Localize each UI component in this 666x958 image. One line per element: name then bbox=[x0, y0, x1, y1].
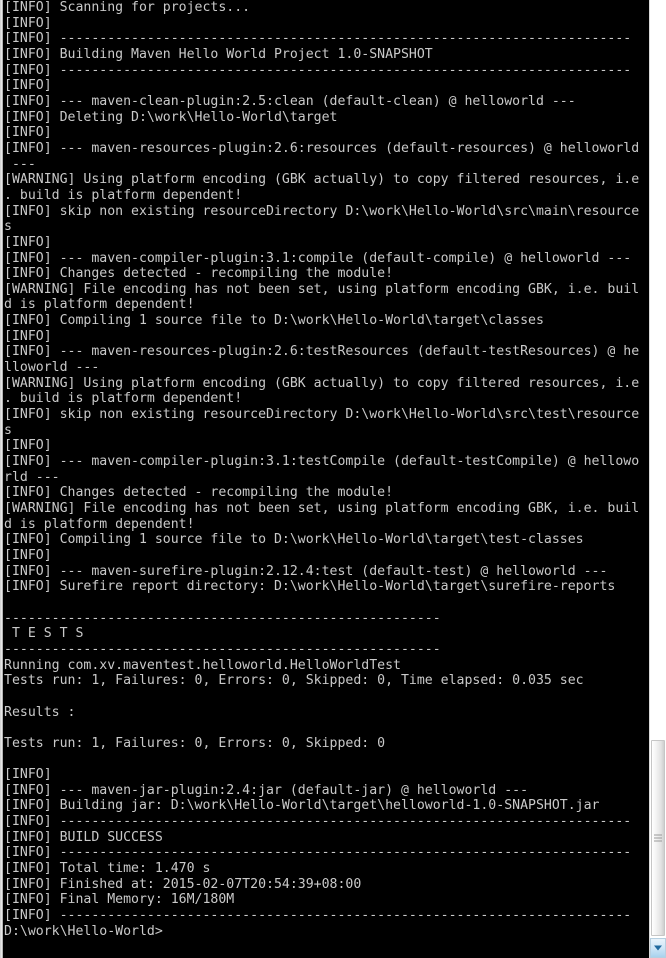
terminal-line: [INFO] bbox=[4, 125, 60, 141]
terminal-line: Tests run: 1, Failures: 0, Errors: 0, Sk… bbox=[4, 735, 386, 751]
terminal-output[interactable]: [INFO] Scanning for projects... [INFO] [I… bbox=[4, 0, 649, 958]
terminal-line: [INFO] BUILD SUCCESS bbox=[4, 829, 163, 845]
terminal-line: [INFO] Changes detected - recompiling th… bbox=[4, 485, 394, 501]
terminal-line: [INFO] --- maven-resources-plugin:2.6:re… bbox=[4, 140, 640, 156]
terminal-line: ----------------------------------------… bbox=[4, 641, 441, 657]
terminal-line: Results : bbox=[4, 704, 76, 720]
terminal-line: [INFO] ---------------------------------… bbox=[4, 31, 632, 47]
terminal-line: [INFO] skip non existing resourceDirecto… bbox=[4, 407, 640, 423]
terminal-line: s bbox=[4, 422, 12, 438]
terminal-line: Tests run: 1, Failures: 0, Errors: 0, Sk… bbox=[4, 673, 584, 689]
terminal-line: [INFO] Surefire report directory: D:\wor… bbox=[4, 579, 616, 595]
terminal-line: [INFO] Scanning for projects... bbox=[4, 0, 251, 15]
terminal-line: [WARNING] Using platform encoding (GBK a… bbox=[4, 375, 640, 391]
terminal-line: [INFO] bbox=[4, 767, 60, 783]
terminal-line: [INFO] Changes detected - recompiling th… bbox=[4, 266, 394, 282]
terminal-line: [INFO] Deleting D:\work\Hello-World\targ… bbox=[4, 109, 338, 125]
terminal-line: [INFO] ---------------------------------… bbox=[4, 908, 632, 924]
terminal-line: [WARNING] Using platform encoding (GBK a… bbox=[4, 172, 640, 188]
scrollbar-thumb[interactable] bbox=[651, 740, 665, 936]
terminal-line: [INFO] Finished at: 2015-02-07T20:54:39+… bbox=[4, 876, 362, 892]
terminal-line: d is platform dependent! bbox=[4, 516, 195, 532]
scrollbar-down-button[interactable] bbox=[650, 938, 666, 958]
terminal-line: [INFO] ---------------------------------… bbox=[4, 814, 632, 830]
terminal-line: [INFO] bbox=[4, 328, 60, 344]
terminal-line: lloworld --- bbox=[4, 360, 100, 376]
window-left-border bbox=[0, 0, 3, 958]
terminal-line: s bbox=[4, 219, 12, 235]
terminal-line: [INFO] --- maven-compiler-plugin:3.1:com… bbox=[4, 250, 632, 266]
terminal-line: Running com.xv.maventest.helloworld.Hell… bbox=[4, 657, 401, 673]
terminal-line: [INFO] --- maven-jar-plugin:2.4:jar (def… bbox=[4, 782, 529, 798]
terminal-line: d is platform dependent! bbox=[4, 297, 195, 313]
grip-lines-icon bbox=[654, 834, 662, 842]
terminal-line: [INFO] ---------------------------------… bbox=[4, 845, 632, 861]
command-prompt-window: [INFO] Scanning for projects... [INFO] [I… bbox=[0, 0, 666, 958]
terminal-line: [WARNING] File encoding has not been set… bbox=[4, 281, 640, 297]
vertical-scrollbar[interactable] bbox=[649, 0, 666, 958]
chevron-down-icon bbox=[654, 945, 662, 951]
terminal-line: [INFO] --- maven-resources-plugin:2.6:te… bbox=[4, 344, 640, 360]
terminal-line: [INFO] Final Memory: 16M/180M bbox=[4, 892, 235, 908]
terminal-line: rld --- bbox=[4, 469, 60, 485]
terminal-line: [INFO] ---------------------------------… bbox=[4, 62, 632, 78]
terminal-line: [INFO] skip non existing resourceDirecto… bbox=[4, 203, 640, 219]
terminal-line: . build is platform dependent! bbox=[4, 391, 243, 407]
terminal-line: [INFO] bbox=[4, 547, 60, 563]
terminal-line: [INFO] bbox=[4, 78, 60, 94]
terminal-line: [INFO] Building Maven Hello World Projec… bbox=[4, 46, 433, 62]
terminal-line: --- bbox=[4, 156, 36, 172]
terminal-line: [INFO] bbox=[4, 234, 60, 250]
terminal-line: [WARNING] File encoding has not been set… bbox=[4, 501, 640, 516]
terminal-line: ----------------------------------------… bbox=[4, 610, 441, 626]
terminal-line: [INFO] Compiling 1 source file to D:\wor… bbox=[4, 532, 584, 548]
terminal-line: [INFO] --- maven-clean-plugin:2.5:clean … bbox=[4, 93, 576, 109]
terminal-line: T E S T S bbox=[4, 626, 84, 642]
terminal-line: . build is platform dependent! bbox=[4, 187, 243, 203]
terminal-line: D:\work\Hello-World> bbox=[4, 923, 163, 939]
terminal-line: [INFO] Compiling 1 source file to D:\wor… bbox=[4, 313, 544, 329]
terminal-line: [INFO] Building jar: D:\work\Hello-World… bbox=[4, 798, 600, 814]
terminal-line: [INFO] bbox=[4, 15, 60, 31]
terminal-line: [INFO] Total time: 1.470 s bbox=[4, 861, 211, 877]
terminal-line: [INFO] --- maven-compiler-plugin:3.1:tes… bbox=[4, 454, 640, 470]
terminal-line: [INFO] bbox=[4, 438, 60, 454]
terminal-line: [INFO] --- maven-surefire-plugin:2.12.4:… bbox=[4, 563, 608, 579]
